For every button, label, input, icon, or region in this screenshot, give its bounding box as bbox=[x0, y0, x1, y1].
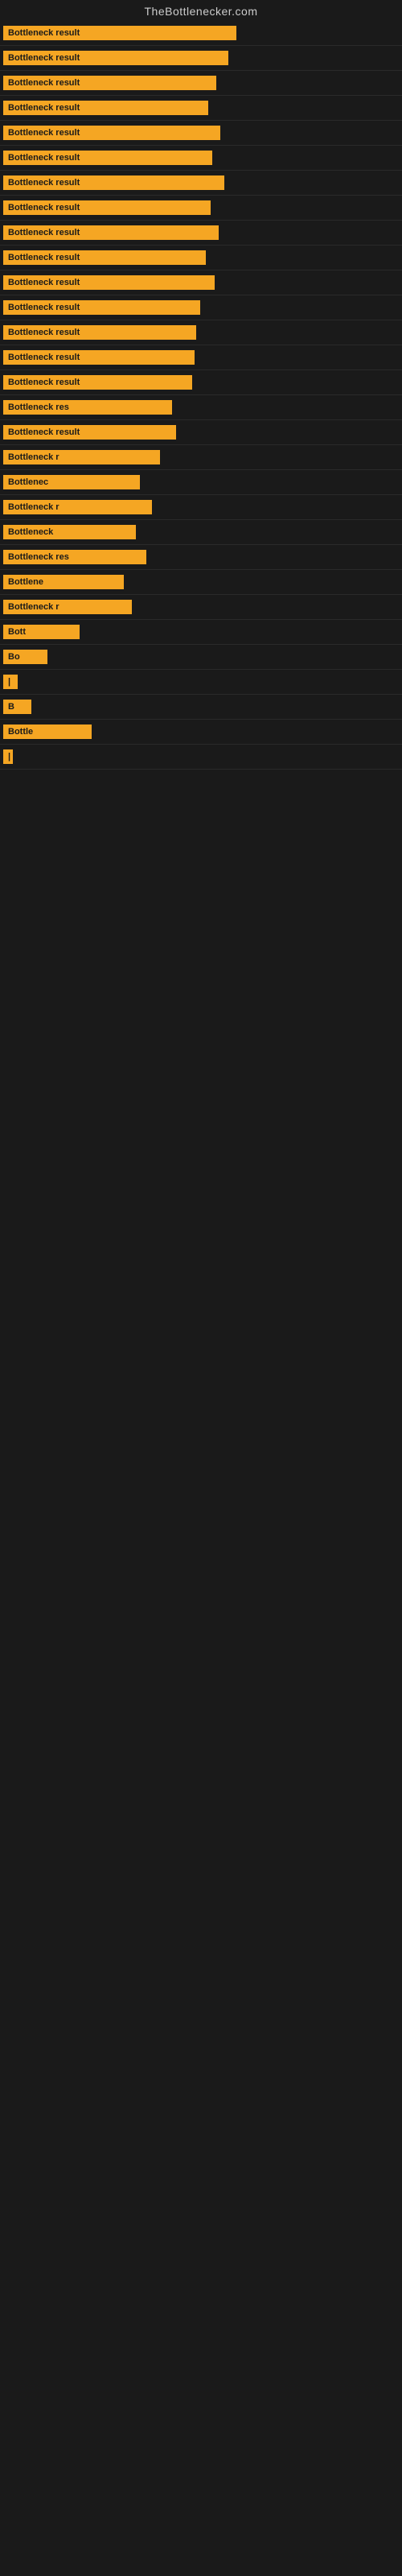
bottleneck-bar-18: Bottlenec bbox=[3, 475, 402, 489]
bottleneck-bar-23: Bottleneck r bbox=[3, 600, 402, 614]
rows-container: Bottleneck result Bottleneck result Bottle… bbox=[0, 21, 402, 770]
bottleneck-bar-14: Bottleneck result bbox=[3, 375, 402, 390]
bottleneck-label-9: Bottleneck result bbox=[3, 250, 206, 265]
bottleneck-label-22: Bottlene bbox=[3, 575, 124, 589]
bottleneck-label-19: Bottleneck r bbox=[3, 500, 152, 514]
bottleneck-label-18: Bottlenec bbox=[3, 475, 140, 489]
bottleneck-bar-28: Bottle bbox=[3, 724, 402, 739]
bottleneck-bar-17: Bottleneck r bbox=[3, 450, 402, 464]
bottleneck-bar-29: | bbox=[3, 749, 402, 764]
row-24: Bott bbox=[0, 620, 402, 645]
row-15: Bottleneck res bbox=[0, 395, 402, 420]
bottleneck-label-16: Bottleneck result bbox=[3, 425, 176, 440]
row-25: Bo bbox=[0, 645, 402, 670]
bottleneck-bar-24: Bott bbox=[3, 625, 402, 639]
bottleneck-label-11: Bottleneck result bbox=[3, 300, 200, 315]
bottleneck-label-24: Bott bbox=[3, 625, 80, 639]
row-28: Bottle bbox=[0, 720, 402, 745]
bottleneck-label-25: Bo bbox=[3, 650, 47, 664]
row-8: Bottleneck result bbox=[0, 221, 402, 246]
bottleneck-label-7: Bottleneck result bbox=[3, 200, 211, 215]
bottleneck-label-0: Bottleneck result bbox=[3, 26, 236, 40]
bottleneck-label-5: Bottleneck result bbox=[3, 151, 212, 165]
row-19: Bottleneck r bbox=[0, 495, 402, 520]
row-12: Bottleneck result bbox=[0, 320, 402, 345]
row-20: Bottleneck bbox=[0, 520, 402, 545]
row-3: Bottleneck result bbox=[0, 96, 402, 121]
bottleneck-bar-22: Bottlene bbox=[3, 575, 402, 589]
bottleneck-bar-21: Bottleneck res bbox=[3, 550, 402, 564]
row-29: | bbox=[0, 745, 402, 770]
bottleneck-bar-4: Bottleneck result bbox=[3, 126, 402, 140]
bottleneck-label-29: | bbox=[3, 749, 13, 764]
bottleneck-label-13: Bottleneck result bbox=[3, 350, 195, 365]
bottleneck-label-21: Bottleneck res bbox=[3, 550, 146, 564]
bottleneck-label-4: Bottleneck result bbox=[3, 126, 220, 140]
row-1: Bottleneck result bbox=[0, 46, 402, 71]
bottleneck-label-17: Bottleneck r bbox=[3, 450, 160, 464]
row-11: Bottleneck result bbox=[0, 295, 402, 320]
bottleneck-bar-20: Bottleneck bbox=[3, 525, 402, 539]
bottleneck-label-1: Bottleneck result bbox=[3, 51, 228, 65]
row-14: Bottleneck result bbox=[0, 370, 402, 395]
row-27: B bbox=[0, 695, 402, 720]
row-23: Bottleneck r bbox=[0, 595, 402, 620]
bottleneck-label-14: Bottleneck result bbox=[3, 375, 192, 390]
bottleneck-label-20: Bottleneck bbox=[3, 525, 136, 539]
row-21: Bottleneck res bbox=[0, 545, 402, 570]
row-9: Bottleneck result bbox=[0, 246, 402, 270]
bottleneck-label-15: Bottleneck res bbox=[3, 400, 172, 415]
bottleneck-bar-11: Bottleneck result bbox=[3, 300, 402, 315]
bottleneck-label-28: Bottle bbox=[3, 724, 92, 739]
row-0: Bottleneck result bbox=[0, 21, 402, 46]
bottleneck-bar-9: Bottleneck result bbox=[3, 250, 402, 265]
bottleneck-bar-8: Bottleneck result bbox=[3, 225, 402, 240]
bottleneck-label-3: Bottleneck result bbox=[3, 101, 208, 115]
bottleneck-bar-13: Bottleneck result bbox=[3, 350, 402, 365]
bottleneck-label-2: Bottleneck result bbox=[3, 76, 216, 90]
bottleneck-label-23: Bottleneck r bbox=[3, 600, 132, 614]
bottleneck-bar-5: Bottleneck result bbox=[3, 151, 402, 165]
bottleneck-bar-27: B bbox=[3, 700, 402, 714]
row-5: Bottleneck result bbox=[0, 146, 402, 171]
row-10: Bottleneck result bbox=[0, 270, 402, 295]
bottleneck-bar-19: Bottleneck r bbox=[3, 500, 402, 514]
row-22: Bottlene bbox=[0, 570, 402, 595]
row-2: Bottleneck result bbox=[0, 71, 402, 96]
row-7: Bottleneck result bbox=[0, 196, 402, 221]
bottleneck-label-10: Bottleneck result bbox=[3, 275, 215, 290]
row-26: | bbox=[0, 670, 402, 695]
bottleneck-bar-6: Bottleneck result bbox=[3, 175, 402, 190]
row-17: Bottleneck r bbox=[0, 445, 402, 470]
bottleneck-label-26: | bbox=[3, 675, 18, 689]
row-16: Bottleneck result bbox=[0, 420, 402, 445]
bottleneck-bar-2: Bottleneck result bbox=[3, 76, 402, 90]
bottleneck-bar-26: | bbox=[3, 675, 402, 689]
row-13: Bottleneck result bbox=[0, 345, 402, 370]
bottleneck-label-12: Bottleneck result bbox=[3, 325, 196, 340]
bottleneck-bar-12: Bottleneck result bbox=[3, 325, 402, 340]
row-18: Bottlenec bbox=[0, 470, 402, 495]
bottleneck-bar-0: Bottleneck result bbox=[3, 26, 402, 40]
bottleneck-bar-10: Bottleneck result bbox=[3, 275, 402, 290]
bottleneck-bar-3: Bottleneck result bbox=[3, 101, 402, 115]
bottleneck-label-6: Bottleneck result bbox=[3, 175, 224, 190]
site-title: TheBottlenecker.com bbox=[0, 0, 402, 21]
bottleneck-bar-7: Bottleneck result bbox=[3, 200, 402, 215]
row-6: Bottleneck result bbox=[0, 171, 402, 196]
row-4: Bottleneck result bbox=[0, 121, 402, 146]
bottleneck-bar-1: Bottleneck result bbox=[3, 51, 402, 65]
bottleneck-label-27: B bbox=[3, 700, 31, 714]
bottleneck-label-8: Bottleneck result bbox=[3, 225, 219, 240]
bottleneck-bar-16: Bottleneck result bbox=[3, 425, 402, 440]
bottleneck-bar-15: Bottleneck res bbox=[3, 400, 402, 415]
bottleneck-bar-25: Bo bbox=[3, 650, 402, 664]
